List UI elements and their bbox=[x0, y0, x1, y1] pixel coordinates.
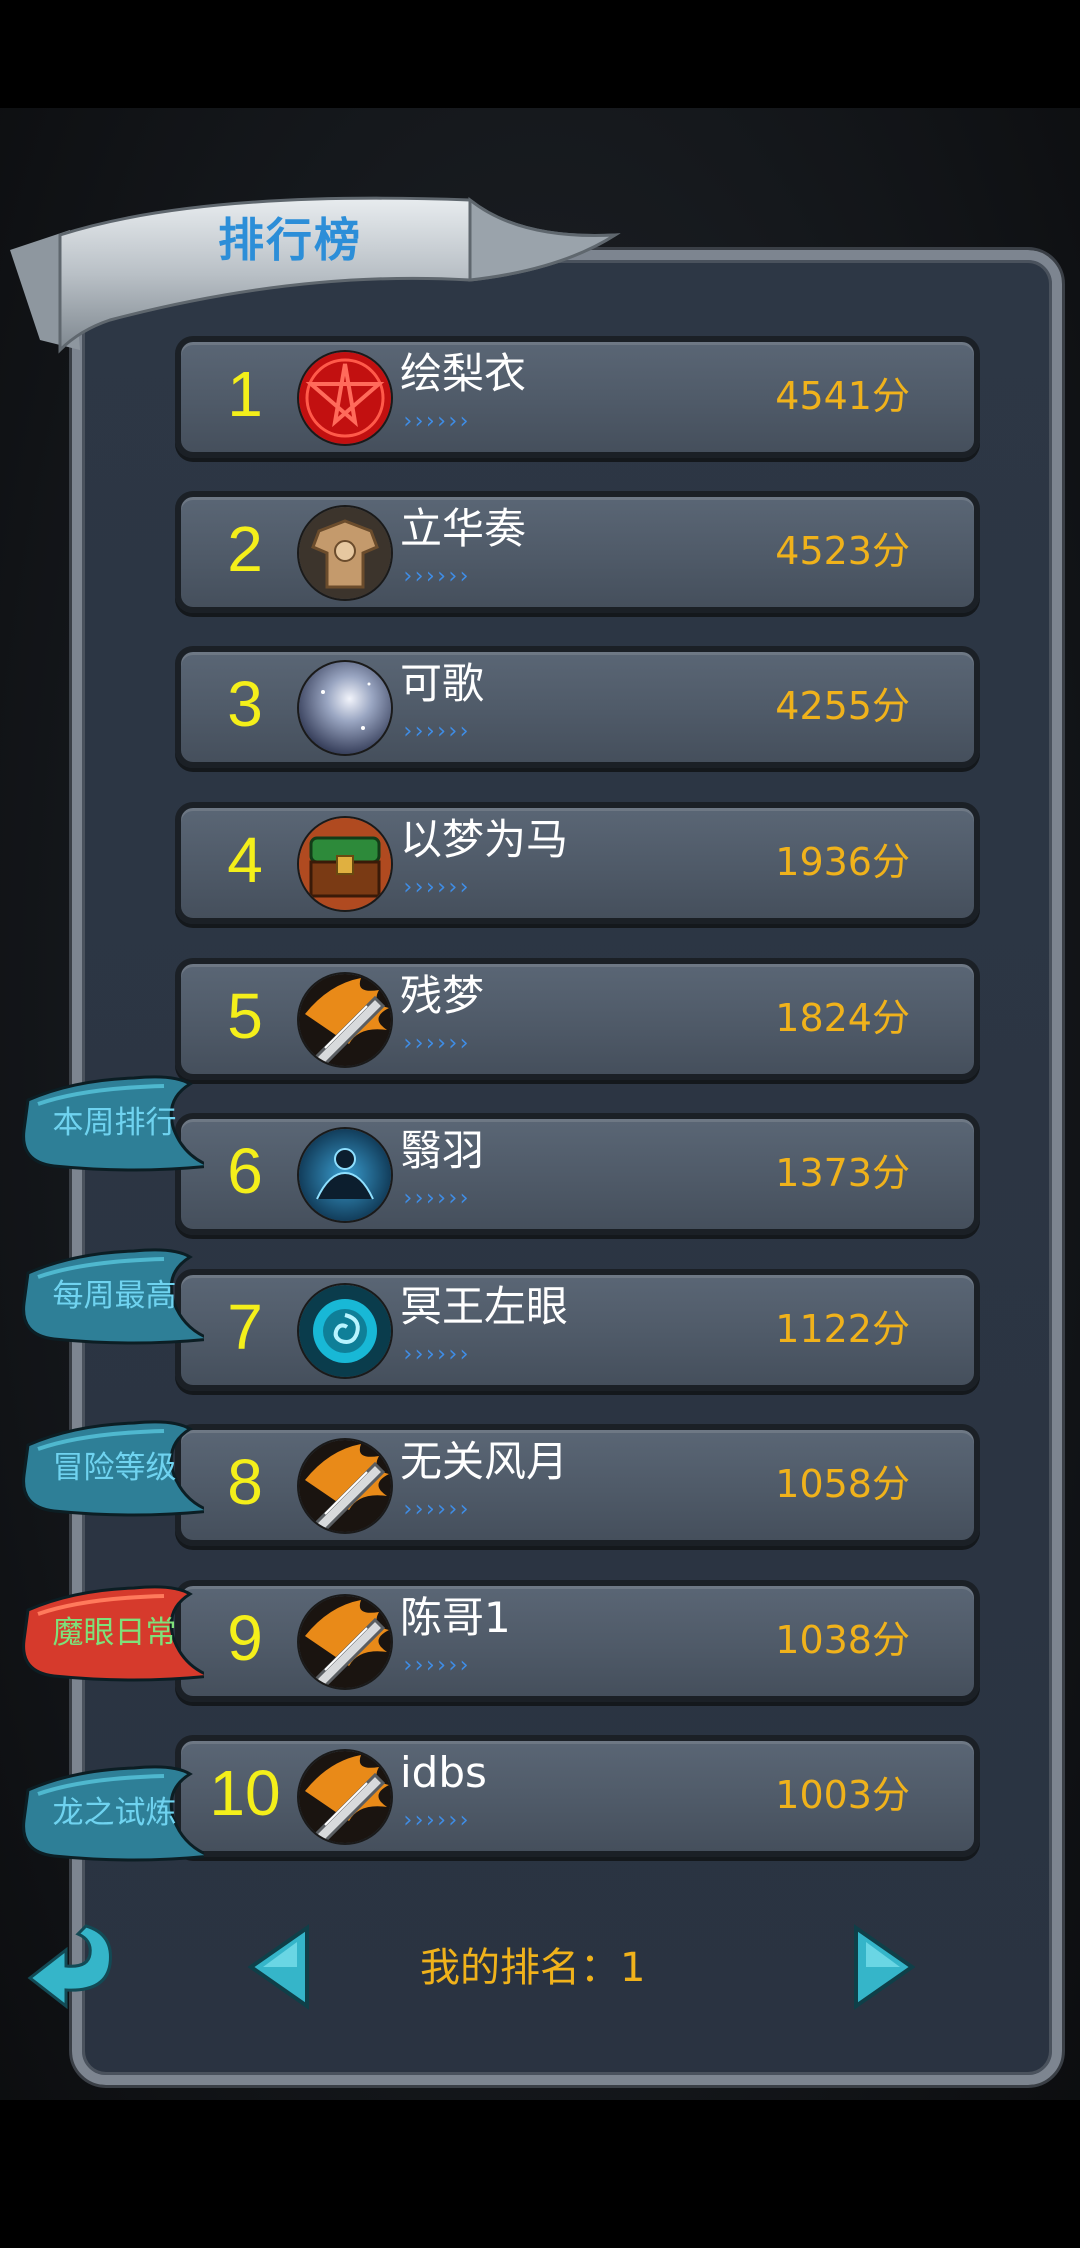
chevron-arrows-icon: ›››››› bbox=[401, 1497, 470, 1522]
player-score: 4523分 bbox=[775, 529, 910, 573]
chevron-arrows-icon: ›››››› bbox=[401, 1342, 470, 1367]
player-name: 以梦为马 bbox=[400, 815, 569, 864]
pentagram-icon bbox=[297, 350, 393, 446]
rank-number: 5 bbox=[227, 980, 263, 1052]
rank-number: 4 bbox=[227, 824, 263, 896]
galaxy-icon bbox=[297, 660, 393, 756]
vortex-icon bbox=[297, 1283, 393, 1379]
flaming-blade-icon bbox=[297, 972, 393, 1068]
player-name: 无关风月 bbox=[400, 1437, 569, 1486]
ranking-row[interactable]: 8 无关风月 ›››››› 1058分 bbox=[175, 1424, 980, 1546]
my-rank-label: 我的排名：1 bbox=[420, 1945, 646, 1991]
player-name: 陈哥1 bbox=[400, 1593, 511, 1642]
page-title: 排行榜 bbox=[218, 213, 362, 267]
side-tab-label: 魔眼日常 bbox=[52, 1615, 177, 1651]
player-score: 4541分 bbox=[775, 374, 910, 418]
ranking-row[interactable]: 4 以梦为马 ›››››› 1936分 bbox=[175, 802, 980, 924]
ranking-row[interactable]: 6 翳羽 ›››››› 1373分 bbox=[175, 1113, 980, 1235]
ranking-row[interactable]: 2 立华奏 ›››››› 4523分 bbox=[175, 491, 980, 613]
player-name: 可歌 bbox=[400, 659, 485, 708]
side-tab-label: 每周最高 bbox=[52, 1278, 177, 1314]
chevron-arrows-icon: ›››››› bbox=[401, 409, 470, 434]
player-score: 1122分 bbox=[775, 1307, 910, 1351]
flaming-blade-icon bbox=[297, 1438, 393, 1534]
bottom-letterbox bbox=[0, 2100, 1080, 2248]
top-letterbox bbox=[0, 0, 1080, 108]
chevron-arrows-icon: ›››››› bbox=[401, 875, 470, 900]
rank-number: 7 bbox=[227, 1291, 263, 1363]
spirit-figure-icon bbox=[297, 1127, 393, 1223]
rank-number: 3 bbox=[227, 668, 263, 740]
side-tab-4[interactable]: 魔眼日常 bbox=[14, 1580, 204, 1690]
side-tab-1[interactable]: 本周排行 bbox=[14, 1070, 204, 1180]
ranking-row[interactable]: 9 陈哥1 ›››››› 1038分 bbox=[175, 1580, 980, 1702]
player-score: 4255分 bbox=[775, 684, 910, 728]
chevron-arrows-icon: ›››››› bbox=[401, 1186, 470, 1211]
triangle-left-icon[interactable] bbox=[245, 1924, 315, 2010]
flaming-blade-icon bbox=[297, 1749, 393, 1845]
chevron-arrows-icon: ›››››› bbox=[401, 719, 470, 744]
side-tab-5[interactable]: 龙之试炼 bbox=[14, 1760, 204, 1870]
player-score: 1058分 bbox=[775, 1462, 910, 1506]
player-name: 立华奏 bbox=[400, 504, 527, 553]
back-arrow-icon[interactable] bbox=[26, 1912, 116, 2012]
ranking-row[interactable]: 7 冥王左眼 ›››››› 1122分 bbox=[175, 1269, 980, 1391]
chevron-arrows-icon: ›››››› bbox=[401, 1031, 470, 1056]
ranking-row[interactable]: 3 可歌 ›››››› 4255分 bbox=[175, 646, 980, 768]
player-name: 翳羽 bbox=[400, 1126, 485, 1175]
side-tab-label: 本周排行 bbox=[52, 1105, 177, 1141]
rank-number: 10 bbox=[209, 1757, 281, 1829]
player-name: 残梦 bbox=[400, 971, 485, 1020]
ranking-row[interactable]: 1 绘梨衣 ›››››› 4541分 bbox=[175, 336, 980, 458]
rank-number: 9 bbox=[227, 1602, 263, 1674]
player-score: 1824分 bbox=[775, 996, 910, 1040]
rank-number: 6 bbox=[227, 1135, 263, 1207]
game-screen: 排行榜 1 绘梨衣 ›››››› 4541分 2 立华奏 ›››››› 4523分 3 可歌 ›››… bbox=[0, 0, 1080, 2248]
chevron-arrows-icon: ›››››› bbox=[401, 1808, 470, 1833]
ranking-row[interactable]: 10 idbs ›››››› 1003分 bbox=[175, 1735, 980, 1857]
triangle-right-icon[interactable] bbox=[848, 1924, 918, 2010]
flaming-blade-icon bbox=[297, 1594, 393, 1690]
player-score: 1373分 bbox=[775, 1151, 910, 1195]
player-score: 1936分 bbox=[775, 840, 910, 884]
rank-number: 1 bbox=[227, 358, 263, 430]
chevron-arrows-icon: ›››››› bbox=[401, 1653, 470, 1678]
player-name: 冥王左眼 bbox=[400, 1282, 569, 1331]
armor-icon bbox=[297, 505, 393, 601]
player-name: idbs bbox=[400, 1748, 487, 1797]
side-tab-label: 冒险等级 bbox=[52, 1450, 177, 1486]
rank-number: 8 bbox=[227, 1446, 263, 1518]
treasure-chest-icon bbox=[297, 816, 393, 912]
side-tab-2[interactable]: 每周最高 bbox=[14, 1243, 204, 1353]
player-score: 1038分 bbox=[775, 1618, 910, 1662]
player-name: 绘梨衣 bbox=[400, 349, 527, 398]
rank-number: 2 bbox=[227, 513, 263, 585]
chevron-arrows-icon: ›››››› bbox=[401, 564, 470, 589]
side-tab-3[interactable]: 冒险等级 bbox=[14, 1415, 204, 1525]
side-tab-label: 龙之试炼 bbox=[52, 1795, 177, 1831]
player-score: 1003分 bbox=[775, 1773, 910, 1817]
ranking-row[interactable]: 5 残梦 ›››››› 1824分 bbox=[175, 958, 980, 1080]
